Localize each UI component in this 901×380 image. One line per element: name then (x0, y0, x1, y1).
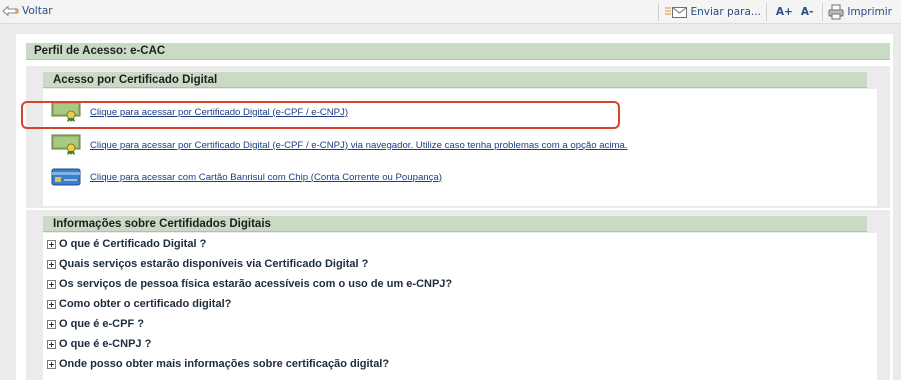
faq-item[interactable]: Os serviços de pessoa física estarão ace… (47, 278, 452, 290)
faq-item[interactable]: O que é Certificado Digital ? (47, 238, 206, 250)
send-label: Enviar para... (690, 6, 761, 18)
certificate-icon (51, 134, 81, 155)
expand-icon (47, 299, 56, 309)
faq-item[interactable]: Quais serviços estarão disponíveis via C… (47, 258, 368, 270)
faq-item-label: Quais serviços estarão disponíveis via C… (59, 258, 369, 270)
font-decrease-button[interactable]: A- (801, 6, 813, 18)
faq-item-label: Como obter o certificado digital? (59, 298, 232, 310)
highlight-box (21, 101, 620, 129)
certificate-access-section: Acesso por Certificado Digital Clique pa… (26, 66, 890, 208)
expand-icon (47, 279, 56, 289)
toolbar-divider (822, 3, 824, 21)
faq-item[interactable]: Como obter o certificado digital? (47, 298, 231, 310)
expand-icon (47, 339, 56, 349)
printer-icon (828, 4, 844, 20)
expand-icon (47, 359, 56, 369)
faq-list: O que é Certificado Digital ? Quais serv… (43, 233, 877, 380)
cert-option-3[interactable]: Clique para acessar com Cartão Banrisul … (51, 168, 442, 186)
print-label: Imprimir (847, 6, 892, 18)
faq-item-label: O que é e-CNPJ ? (59, 338, 152, 350)
toolbar-divider (657, 3, 659, 21)
faq-item-label: Os serviços de pessoa física estarão ace… (59, 278, 453, 290)
send-button[interactable]: Enviar para... (664, 5, 761, 19)
cert-option-2[interactable]: Clique para acessar por Certificado Digi… (51, 134, 628, 156)
bank-card-icon (51, 168, 81, 186)
faq-item[interactable]: O que é e-CPF ? (47, 318, 144, 330)
back-label: Voltar (22, 5, 53, 17)
main-content: Perfil de Acesso: e-CAC Acesso por Certi… (16, 34, 893, 380)
faq-item[interactable]: Onde posso obter mais informações sobre … (47, 358, 389, 370)
back-link[interactable]: Voltar (2, 5, 53, 17)
certificate-section-title: Acesso por Certificado Digital (43, 72, 867, 88)
expand-icon (47, 259, 56, 269)
toolbar-divider (765, 3, 767, 21)
certificate-info-section: Informações sobre Certifidados Digitais … (26, 210, 890, 380)
profile-title: Perfil de Acesso: e-CAC (26, 43, 890, 60)
top-toolbar: Voltar Enviar para... A+ A- Imprimir (0, 0, 901, 24)
cert-option-label[interactable]: Clique para acessar por Certificado Digi… (90, 140, 628, 151)
toolbar-actions: Enviar para... A+ A- Imprimir (653, 3, 901, 21)
cert-option-label[interactable]: Clique para acessar com Cartão Banrisul … (90, 172, 442, 183)
faq-item[interactable]: O que é e-CNPJ ? (47, 338, 151, 350)
email-icon (664, 7, 687, 18)
expand-icon (47, 239, 56, 249)
back-arrow-icon (2, 5, 19, 17)
print-button[interactable]: Imprimir (828, 4, 892, 20)
info-section-title: Informações sobre Certifidados Digitais (43, 216, 867, 232)
faq-item-label: Onde posso obter mais informações sobre … (59, 358, 390, 370)
faq-item-label: O que é Certificado Digital ? (59, 238, 207, 250)
faq-item-label: O que é e-CPF ? (59, 318, 144, 330)
expand-icon (47, 319, 56, 329)
font-increase-button[interactable]: A+ (776, 6, 793, 18)
